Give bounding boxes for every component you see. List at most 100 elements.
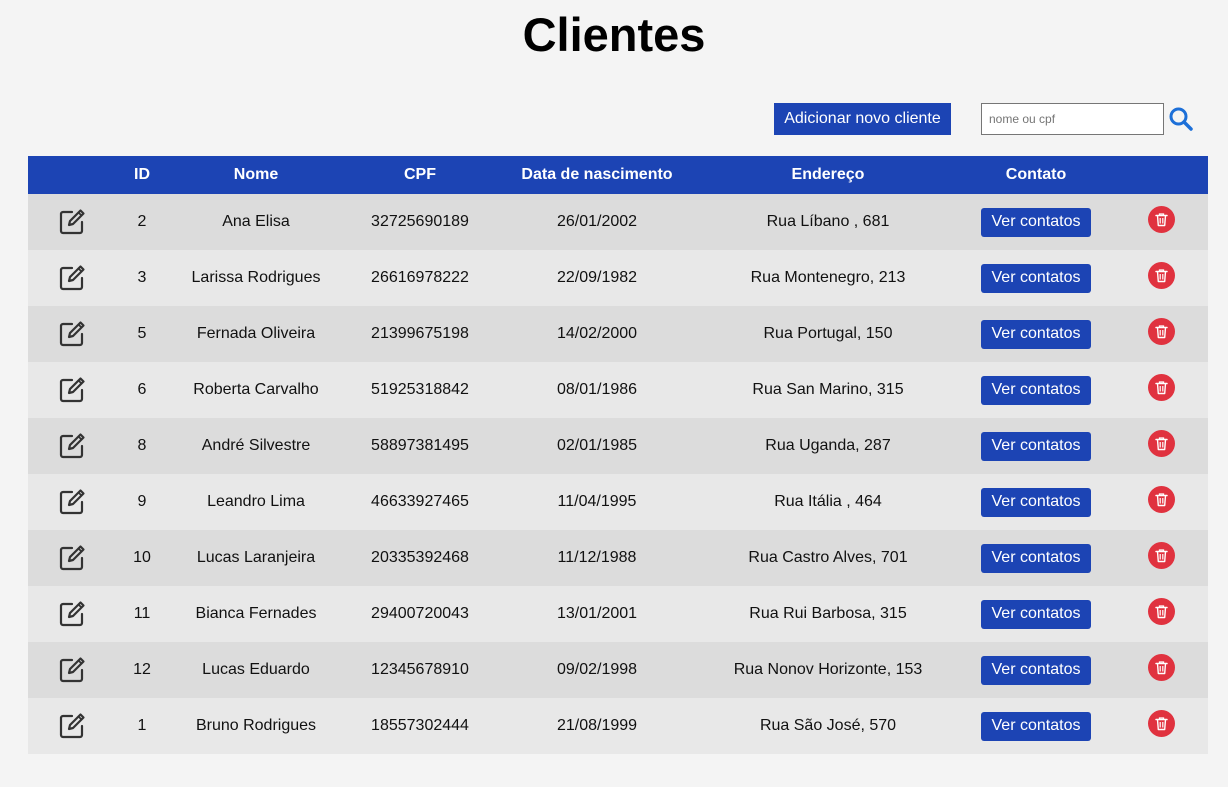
edit-client-button[interactable] <box>58 264 86 292</box>
edit-client-button[interactable] <box>58 600 86 628</box>
cell-cpf: 20335392468 <box>344 530 496 586</box>
delete-client-button[interactable] <box>1147 317 1175 345</box>
table-row: 5 Fernada Oliveira 21399675198 14/02/2000 Ru… <box>28 306 1208 362</box>
cell-cpf: 29400720043 <box>344 586 496 642</box>
cell-cpf: 58897381495 <box>344 418 496 474</box>
cell-contato: Ver contatos <box>958 418 1114 474</box>
cell-endereco: Rua Líbano , 681 <box>698 194 958 250</box>
cell-edit <box>28 306 116 362</box>
cell-contato: Ver contatos <box>958 362 1114 418</box>
cell-edit <box>28 530 116 586</box>
delete-client-button[interactable] <box>1147 709 1175 737</box>
trash-icon <box>1154 604 1168 618</box>
cell-id: 1 <box>116 698 168 754</box>
table-row: 12 Lucas Eduardo 12345678910 09/02/1998 Rua … <box>28 642 1208 698</box>
cell-edit <box>28 698 116 754</box>
edit-client-button[interactable] <box>58 544 86 572</box>
view-contacts-button[interactable]: Ver contatos <box>981 543 1091 573</box>
edit-icon <box>59 601 85 627</box>
cell-cpf: 18557302444 <box>344 698 496 754</box>
table-row: 9 Leandro Lima 46633927465 11/04/1995 Rua It… <box>28 474 1208 530</box>
cell-id: 5 <box>116 306 168 362</box>
delete-client-button[interactable] <box>1147 597 1175 625</box>
cell-nome: Fernada Oliveira <box>168 306 344 362</box>
cell-endereco: Rua Uganda, 287 <box>698 418 958 474</box>
delete-client-button[interactable] <box>1147 205 1175 233</box>
cell-contato: Ver contatos <box>958 586 1114 642</box>
cell-contato: Ver contatos <box>958 194 1114 250</box>
cell-delete <box>1114 362 1208 418</box>
table-row: 11 Bianca Fernades 29400720043 13/01/2001 Ru… <box>28 586 1208 642</box>
edit-client-button[interactable] <box>58 208 86 236</box>
trash-icon <box>1154 380 1168 394</box>
page-title: Clientes <box>522 8 706 61</box>
edit-client-button[interactable] <box>58 488 86 516</box>
cell-nome: André Silvestre <box>168 418 344 474</box>
view-contacts-button[interactable]: Ver contatos <box>981 431 1091 461</box>
edit-icon <box>59 265 85 291</box>
column-header-nascimento: Data de nascimento <box>496 156 698 194</box>
delete-client-button[interactable] <box>1147 653 1175 681</box>
view-contacts-button[interactable]: Ver contatos <box>981 375 1091 405</box>
search-icon <box>1169 107 1193 131</box>
cell-contato: Ver contatos <box>958 698 1114 754</box>
view-contacts-button[interactable]: Ver contatos <box>981 655 1091 685</box>
edit-icon <box>59 545 85 571</box>
cell-endereco: Rua Castro Alves, 701 <box>698 530 958 586</box>
add-client-button[interactable]: Adicionar novo cliente <box>774 103 951 135</box>
edit-client-button[interactable] <box>58 320 86 348</box>
view-contacts-button[interactable]: Ver contatos <box>981 487 1091 517</box>
cell-nascimento: 08/01/1986 <box>496 362 698 418</box>
cell-delete <box>1114 250 1208 306</box>
trash-icon <box>1154 660 1168 674</box>
cell-nascimento: 22/09/1982 <box>496 250 698 306</box>
cell-id: 6 <box>116 362 168 418</box>
cell-endereco: Rua Rui Barbosa, 315 <box>698 586 958 642</box>
column-header-edit <box>28 156 116 194</box>
cell-delete <box>1114 642 1208 698</box>
view-contacts-button[interactable]: Ver contatos <box>981 207 1091 237</box>
view-contacts-button[interactable]: Ver contatos <box>981 263 1091 293</box>
cell-nome: Roberta Carvalho <box>168 362 344 418</box>
cell-nascimento: 13/01/2001 <box>496 586 698 642</box>
trash-icon <box>1154 548 1168 562</box>
cell-nascimento: 02/01/1985 <box>496 418 698 474</box>
view-contacts-button[interactable]: Ver contatos <box>981 711 1091 741</box>
table-row: 6 Roberta Carvalho 51925318842 08/01/1986 Ru… <box>28 362 1208 418</box>
edit-client-button[interactable] <box>58 656 86 684</box>
cell-cpf: 21399675198 <box>344 306 496 362</box>
cell-delete <box>1114 194 1208 250</box>
cell-delete <box>1114 306 1208 362</box>
cell-delete <box>1114 418 1208 474</box>
search-input[interactable] <box>981 103 1164 135</box>
cell-nascimento: 14/02/2000 <box>496 306 698 362</box>
edit-client-button[interactable] <box>58 376 86 404</box>
cell-edit <box>28 418 116 474</box>
table-row: 3 Larissa Rodrigues 26616978222 22/09/1982 R… <box>28 250 1208 306</box>
edit-client-button[interactable] <box>58 712 86 740</box>
cell-id: 12 <box>116 642 168 698</box>
table-body: 2 Ana Elisa 32725690189 26/01/2002 Rua Líban… <box>28 194 1208 754</box>
delete-client-button[interactable] <box>1147 373 1175 401</box>
cell-endereco: Rua Itália , 464 <box>698 474 958 530</box>
view-contacts-button[interactable]: Ver contatos <box>981 599 1091 629</box>
cell-delete <box>1114 586 1208 642</box>
delete-client-button[interactable] <box>1147 261 1175 289</box>
cell-delete <box>1114 698 1208 754</box>
delete-client-button[interactable] <box>1147 429 1175 457</box>
cell-edit <box>28 362 116 418</box>
search-button[interactable] <box>1168 106 1194 134</box>
cell-nome: Leandro Lima <box>168 474 344 530</box>
edit-icon <box>59 489 85 515</box>
cell-endereco: Rua São José, 570 <box>698 698 958 754</box>
edit-icon <box>59 209 85 235</box>
delete-client-button[interactable] <box>1147 541 1175 569</box>
cell-id: 2 <box>116 194 168 250</box>
cell-edit <box>28 474 116 530</box>
cell-endereco: Rua Nonov Horizonte, 153 <box>698 642 958 698</box>
edit-client-button[interactable] <box>58 432 86 460</box>
view-contacts-button[interactable]: Ver contatos <box>981 319 1091 349</box>
delete-client-button[interactable] <box>1147 485 1175 513</box>
cell-edit <box>28 250 116 306</box>
edit-icon <box>59 321 85 347</box>
